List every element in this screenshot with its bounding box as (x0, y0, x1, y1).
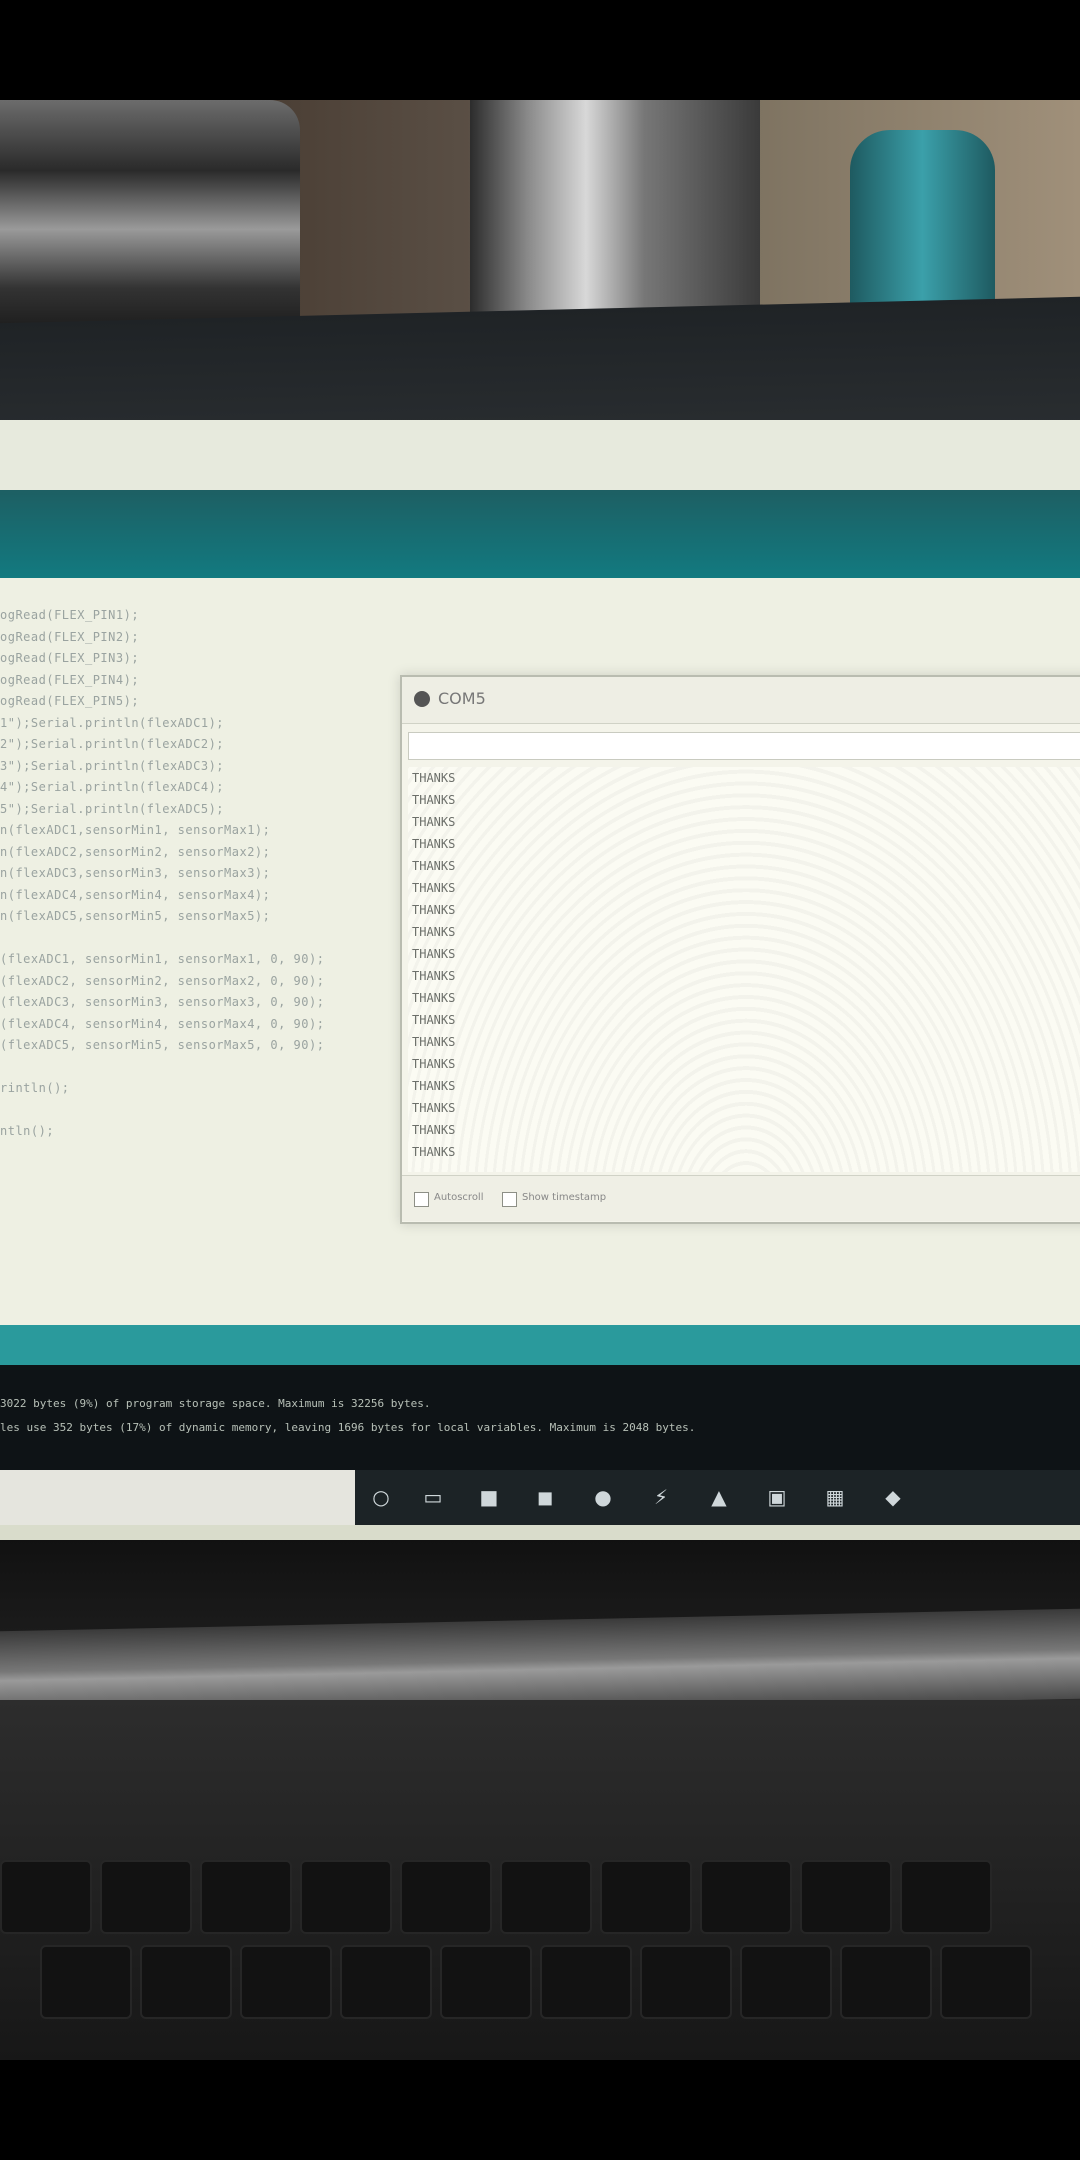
taskbar-search-box[interactable] (0, 1470, 355, 1525)
serial-line: THANKS (412, 1013, 456, 1027)
console-line: les use 352 bytes (17%) of dynamic memor… (0, 1421, 696, 1434)
code-line: n(flexADC2,sensorMin2, sensorMax2); (0, 844, 271, 859)
code-line: n(flexADC5,sensorMin5, sensorMax5); (0, 909, 271, 923)
code-line: (flexADC3, sensorMin3, sensorMax3, 0, 90… (0, 995, 325, 1009)
serial-line: THANKS (412, 1123, 456, 1137)
key (400, 1860, 492, 1934)
key (240, 1945, 332, 2019)
console-line: 3022 bytes (9%) of program storage space… (0, 1397, 431, 1410)
code-line: 2");Serial.println(flexADC2); (0, 737, 225, 751)
code-line: 1");Serial.println(flexADC1); (0, 715, 225, 730)
ide-menu-bar (0, 420, 1080, 490)
arduino-icon[interactable]: ▲ (706, 1484, 732, 1510)
serial-line: THANKS (412, 1079, 456, 1093)
code-line: (flexADC5, sensorMin5, sensorMax5, 0, 90… (0, 1038, 325, 1052)
key (700, 1860, 792, 1934)
serial-output-area: THANKS THANKS THANKS THANKS THANKS THANK… (408, 767, 1080, 1172)
serial-line: THANKS (412, 1101, 456, 1115)
code-line: 5");Serial.println(flexADC5); (0, 801, 225, 816)
key (140, 1945, 232, 2019)
chrome-icon[interactable]: ● (590, 1484, 616, 1510)
code-line: rintln(); (0, 1081, 70, 1095)
serial-line: THANKS (412, 1035, 456, 1049)
key (900, 1860, 992, 1934)
store-icon[interactable]: ◼ (532, 1484, 558, 1510)
autoscroll-checkbox[interactable] (414, 1192, 429, 1207)
key (440, 1945, 532, 2019)
timestamp-checkbox[interactable] (502, 1192, 517, 1207)
file-explorer-icon[interactable]: ■ (476, 1484, 502, 1510)
key (340, 1945, 432, 2019)
laptop-keyboard (0, 1840, 1080, 2040)
serial-line: THANKS (412, 903, 456, 917)
bottom-black-bar (0, 2060, 1080, 2160)
app3-icon[interactable]: ◆ (880, 1484, 906, 1510)
background-pot (0, 100, 300, 335)
key (300, 1860, 392, 1934)
key (600, 1860, 692, 1934)
key (800, 1860, 892, 1934)
serial-monitor-title: COM5 (438, 689, 486, 708)
app2-icon[interactable]: ▦ (822, 1484, 848, 1510)
task-view-icon[interactable]: ▭ (420, 1484, 446, 1510)
key (40, 1945, 132, 2019)
serial-line: THANKS (412, 793, 456, 807)
serial-line: THANKS (412, 1057, 456, 1071)
key (840, 1945, 932, 2019)
serial-monitor-titlebar: COM5 (402, 677, 1080, 724)
code-line: n(flexADC1,sensorMin1, sensorMax1); (0, 823, 271, 837)
serial-line: THANKS (412, 771, 456, 785)
code-line: (flexADC2, sensorMin2, sensorMax2, 0, 90… (0, 973, 325, 988)
key (0, 1860, 92, 1934)
laptop-screen: ogRead(FLEX_PIN1); ogRead(FLEX_PIN2); ogR… (0, 420, 1080, 1540)
serial-line: THANKS (412, 947, 456, 961)
code-line: n(flexADC4,sensorMin4, sensorMax4); (0, 887, 271, 902)
serial-send-input[interactable] (408, 732, 1080, 760)
code-line: (flexADC1, sensorMin1, sensorMax1, 0, 90… (0, 952, 325, 966)
code-line: ogRead(FLEX_PIN4); (0, 672, 140, 687)
timestamp-label: Show timestamp (522, 1192, 607, 1203)
code-line: ogRead(FLEX_PIN3); (0, 651, 140, 665)
code-line: ogRead(FLEX_PIN5); (0, 694, 140, 708)
ide-toolbar (0, 490, 1080, 578)
serial-line: THANKS (412, 991, 456, 1005)
serial-line: THANKS (412, 881, 456, 895)
serial-line: THANKS (412, 969, 456, 983)
top-black-bar (0, 0, 1080, 100)
cortana-icon[interactable]: ○ (368, 1484, 394, 1510)
serial-line: THANKS (412, 925, 456, 939)
code-line: ogRead(FLEX_PIN2); (0, 629, 140, 644)
key (640, 1945, 732, 2019)
code-line: 3");Serial.println(flexADC3); (0, 758, 225, 773)
key (740, 1945, 832, 2019)
serial-line: THANKS (412, 1145, 456, 1159)
serial-line: THANKS (412, 815, 456, 829)
key (500, 1860, 592, 1934)
serial-monitor-footer: Autoscroll Show timestamp (402, 1175, 1080, 1221)
autoscroll-label: Autoscroll (434, 1192, 484, 1203)
app-icon[interactable]: ⚡ (648, 1484, 674, 1510)
photos-icon[interactable]: ▣ (764, 1484, 790, 1510)
windows-taskbar: ○ ▭ ■ ◼ ● ⚡ ▲ ▣ ▦ ◆ (0, 1470, 1080, 1525)
code-line: (flexADC4, sensorMin4, sensorMax4, 0, 90… (0, 1016, 325, 1031)
code-line: ogRead(FLEX_PIN1); (0, 608, 140, 622)
serial-monitor-window[interactable]: COM5 THANKS THANKS THANKS THANKS THANKS … (400, 675, 1080, 1224)
code-line: ntln(); (0, 1124, 55, 1138)
code-line: n(flexADC3,sensorMin3, sensorMax3); (0, 866, 271, 880)
key (200, 1860, 292, 1934)
code-line: 4");Serial.println(flexADC4); (0, 780, 225, 794)
serial-line: THANKS (412, 859, 456, 873)
background-steel-container (470, 100, 760, 330)
serial-line: THANKS (412, 837, 456, 851)
key (100, 1860, 192, 1934)
key (940, 1945, 1032, 2019)
arduino-icon (414, 691, 430, 707)
key (540, 1945, 632, 2019)
background-bottle (850, 130, 995, 315)
console-status-bar (0, 1325, 1080, 1365)
